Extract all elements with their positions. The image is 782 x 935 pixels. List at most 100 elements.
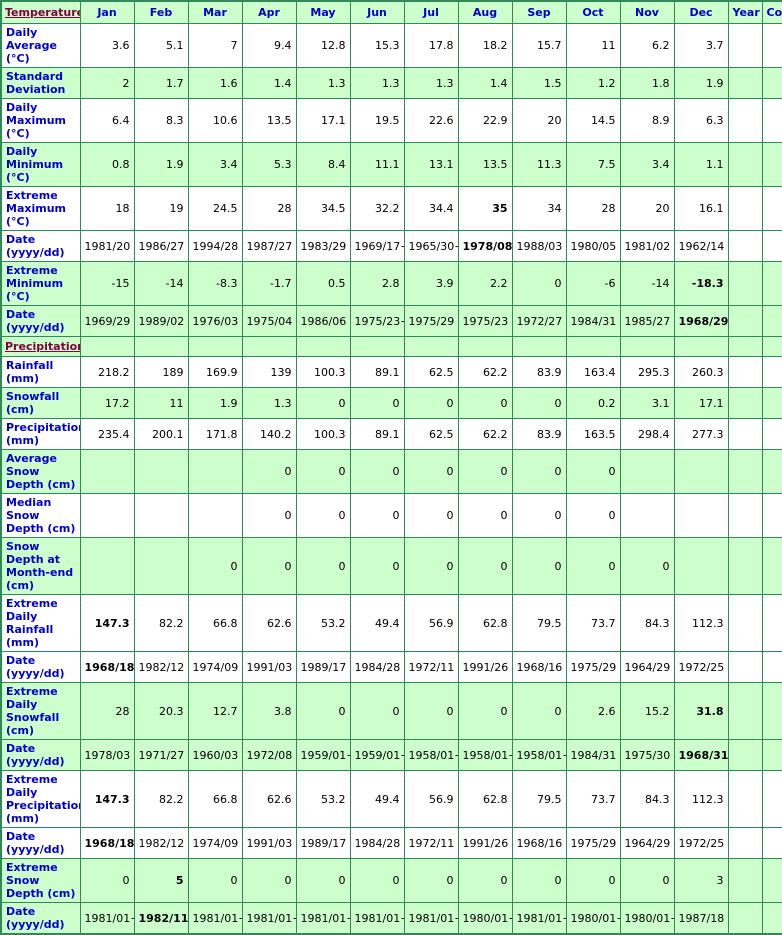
column-header-aug: Aug [457, 0, 513, 24]
data-cell: 5.1 [133, 23, 189, 68]
data-cell: 1981/01+ [241, 902, 297, 935]
data-cell: 171.8 [187, 418, 243, 450]
data-cell: 0 [511, 682, 567, 740]
data-cell: 1958/01+ [511, 739, 567, 771]
data-cell: 7.5 [565, 142, 621, 187]
data-cell: 0 [241, 449, 297, 494]
table-row: Date (yyyy/dd) 1968/18 1982/12 1974/09 1991/… [0, 827, 782, 859]
year-cell [727, 739, 763, 771]
data-cell: 0 [457, 537, 513, 595]
data-cell: 1975/30 [619, 739, 675, 771]
data-cell: 1.3 [349, 67, 405, 99]
column-header-jun: Jun [349, 0, 405, 24]
row-label: Date (yyyy/dd) [0, 827, 81, 859]
data-cell [673, 449, 729, 494]
data-cell: -15 [79, 261, 135, 306]
data-cell: 1.3 [295, 67, 351, 99]
year-cell [727, 23, 763, 68]
row-label: Rainfall (mm) [0, 356, 81, 388]
column-header-jan: Jan [79, 0, 135, 24]
code-cell [761, 902, 782, 935]
data-cell: 83.9 [511, 418, 567, 450]
data-cell: 277.3 [673, 418, 729, 450]
data-cell: 3.1 [619, 387, 675, 419]
data-cell: 0 [295, 493, 351, 538]
data-cell: 0 [511, 493, 567, 538]
data-cell: 83.9 [511, 356, 567, 388]
data-cell: 1978/03 [79, 739, 135, 771]
data-cell: 82.2 [133, 770, 189, 828]
data-cell: 1.6 [187, 67, 243, 99]
year-cell [727, 356, 763, 388]
data-cell: 66.8 [187, 594, 243, 652]
table-row: Extreme Daily Rainfall (mm) 147.3 82.2 66.8… [0, 594, 782, 652]
section-spacer-cell [295, 336, 351, 357]
header-precipitation: Precipitation: [0, 336, 81, 357]
year-cell [727, 387, 763, 419]
data-cell: 0.8 [79, 142, 135, 187]
data-cell: 1991/26 [457, 827, 513, 859]
code-cell: A [761, 356, 782, 388]
data-cell: 2.8 [349, 261, 405, 306]
data-cell: 79.5 [511, 594, 567, 652]
data-cell: 56.9 [403, 770, 459, 828]
data-cell: 14.5 [565, 98, 621, 143]
data-cell: 53.2 [295, 594, 351, 652]
section-spacer-cell [403, 336, 459, 357]
data-cell: 1983/29 [295, 230, 351, 262]
precipitation-section-row: Precipitation: [0, 336, 782, 357]
data-cell: 19.5 [349, 98, 405, 143]
section-spacer-cell [457, 336, 513, 357]
data-cell: 0 [403, 537, 459, 595]
data-cell: 1982/11 [133, 902, 189, 935]
section-spacer-cell [241, 336, 297, 357]
row-label: Date (yyyy/dd) [0, 230, 81, 262]
data-cell: 1991/26 [457, 651, 513, 683]
column-header-jul: Jul [403, 0, 459, 24]
data-cell: 1981/01+ [403, 902, 459, 935]
year-cell [727, 493, 763, 538]
row-label: Daily Maximum (°C) [0, 98, 81, 143]
data-cell: 62.5 [403, 418, 459, 450]
data-cell: 62.2 [457, 418, 513, 450]
data-cell: 8.3 [133, 98, 189, 143]
data-cell: 1972/25 [673, 651, 729, 683]
code-cell [761, 770, 782, 828]
data-cell [619, 449, 675, 494]
data-cell: 1991/03 [241, 827, 297, 859]
data-cell: 89.1 [349, 418, 405, 450]
data-cell: 0 [511, 449, 567, 494]
table-row: Median Snow Depth (cm)0000000D [0, 493, 782, 538]
data-cell: 16.1 [673, 186, 729, 231]
section-spacer-cell [761, 336, 782, 357]
data-cell: 0 [403, 858, 459, 903]
data-cell: 1969/17+ [349, 230, 405, 262]
data-cell: 3.6 [79, 23, 135, 68]
data-cell: 11 [133, 387, 189, 419]
column-header-year: Year [727, 0, 763, 24]
data-cell: 53.2 [295, 770, 351, 828]
row-label: Snow Depth at Month-end (cm) [0, 537, 81, 595]
data-cell [673, 537, 729, 595]
data-cell: 13.1 [403, 142, 459, 187]
data-cell: 56.9 [403, 594, 459, 652]
data-cell: 0 [349, 682, 405, 740]
data-cell: 112.3 [673, 594, 729, 652]
data-cell: 1980/05 [565, 230, 621, 262]
data-cell: 82.2 [133, 594, 189, 652]
data-cell: 1989/17 [295, 827, 351, 859]
data-cell [673, 493, 729, 538]
data-cell: 169.9 [187, 356, 243, 388]
data-cell: 18 [79, 186, 135, 231]
data-cell: 1959/01+ [295, 739, 351, 771]
data-cell: 17.2 [79, 387, 135, 419]
data-cell: 0 [565, 537, 621, 595]
data-cell: -1.7 [241, 261, 297, 306]
data-cell: 0 [565, 449, 621, 494]
data-cell: 1972/27 [511, 305, 567, 337]
data-cell: 0.5 [295, 261, 351, 306]
data-cell: 1959/01+ [349, 739, 405, 771]
data-cell: 1.8 [619, 67, 675, 99]
data-cell: 1968/29 [673, 305, 729, 337]
data-cell: 1981/01+ [349, 902, 405, 935]
